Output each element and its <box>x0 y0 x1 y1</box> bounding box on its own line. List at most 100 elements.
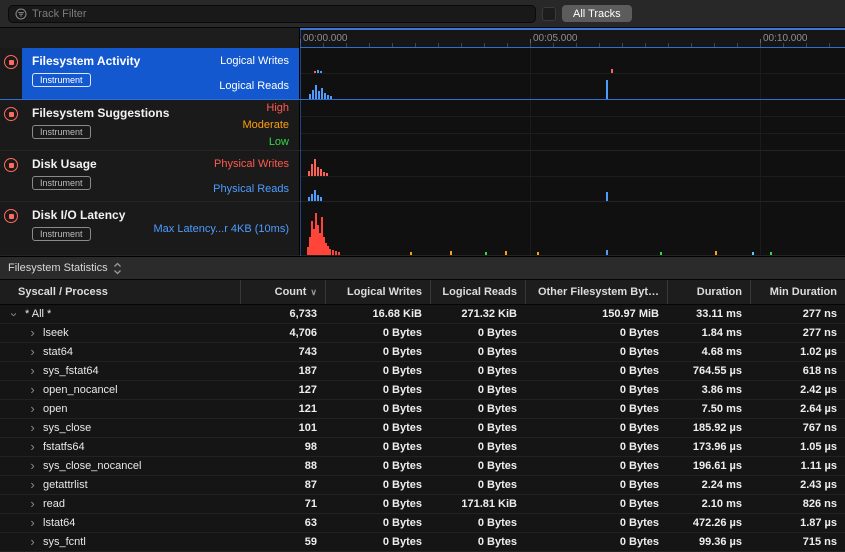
stats-table-body: ›* All *6,73316.68 KiB271.32 KiB150.97 M… <box>0 305 845 552</box>
column-header-duration[interactable]: Duration <box>667 280 750 304</box>
table-row-lseek[interactable]: ›lseek4,7060 Bytes0 Bytes0 Bytes1.84 ms2… <box>0 324 845 343</box>
table-row-read[interactable]: ›read710 Bytes171.81 KiB0 Bytes2.10 ms82… <box>0 495 845 514</box>
detail-panel-header[interactable]: Filesystem Statistics <box>0 257 845 280</box>
syscall-cell: › lseek <box>0 324 240 342</box>
stat-value: 0 Bytes <box>325 476 430 494</box>
instrument-badge: Instrument <box>32 227 91 241</box>
expand-chevron-icon[interactable]: › <box>28 401 37 416</box>
collapse-chevron-icon[interactable]: › <box>7 310 22 319</box>
syscall-name: lseek <box>43 327 69 339</box>
stat-value: 7.50 ms <box>667 400 750 418</box>
column-header-count[interactable]: Count∨ <box>240 280 325 304</box>
stat-value: 0 Bytes <box>325 362 430 380</box>
lane-label: High <box>243 100 289 117</box>
column-header-logical-reads[interactable]: Logical Reads <box>430 280 525 304</box>
table-row-lstat64[interactable]: ›lstat64630 Bytes0 Bytes0 Bytes472.26 µs… <box>0 514 845 533</box>
stat-value: 0 Bytes <box>325 438 430 456</box>
syscall-name: open_nocancel <box>43 384 118 396</box>
stat-value: 0 Bytes <box>525 400 667 418</box>
column-header-syscall-process[interactable]: Syscall / Process <box>0 280 240 304</box>
track-info-disk-usage[interactable]: Disk UsageInstrumentPhysical WritesPhysi… <box>22 151 300 201</box>
expand-chevron-icon[interactable]: › <box>28 325 37 340</box>
graph-lane <box>300 176 845 202</box>
stat-value: 0 Bytes <box>325 457 430 475</box>
track-info-filesystem-suggestions[interactable]: Filesystem SuggestionsInstrumentHighMode… <box>22 100 300 150</box>
track-graph-filesystem-activity[interactable] <box>300 48 845 99</box>
column-header-logical-writes[interactable]: Logical Writes <box>325 280 430 304</box>
expand-chevron-icon[interactable]: › <box>28 363 37 378</box>
stat-value: 0 Bytes <box>525 324 667 342</box>
track-filter-input[interactable] <box>32 8 529 20</box>
track-title: Disk Usage <box>32 157 97 171</box>
stat-value: 0 Bytes <box>325 419 430 437</box>
ruler-spacer <box>0 28 300 48</box>
stat-value: 0 Bytes <box>430 324 525 342</box>
table-row-fstatfs64[interactable]: ›fstatfs64980 Bytes0 Bytes0 Bytes173.96 … <box>0 438 845 457</box>
expand-chevron-icon[interactable]: › <box>28 496 37 511</box>
instrument-badge: Instrument <box>32 73 91 87</box>
column-header-min-duration[interactable]: Min Duration <box>750 280 845 304</box>
syscall-name: sys_fstat64 <box>43 365 99 377</box>
syscall-name: stat64 <box>43 346 73 358</box>
all-tracks-button[interactable]: All Tracks <box>562 5 632 22</box>
stat-value: 3.86 ms <box>667 381 750 399</box>
stat-value: 743 <box>240 343 325 361</box>
disk-i-o-latency-icon <box>4 209 18 223</box>
stat-value: 185.92 µs <box>667 419 750 437</box>
stat-value: 472.26 µs <box>667 514 750 532</box>
expand-chevron-icon[interactable]: › <box>28 439 37 454</box>
table-row-getattrlist[interactable]: ›getattrlist870 Bytes0 Bytes0 Bytes2.24 … <box>0 476 845 495</box>
track-graph-filesystem-suggestions[interactable] <box>300 100 845 150</box>
expand-chevron-icon[interactable]: › <box>28 515 37 530</box>
filter-options-button[interactable] <box>542 7 556 21</box>
table-row-sys-fcntl[interactable]: ›sys_fcntl590 Bytes0 Bytes0 Bytes99.36 µ… <box>0 533 845 552</box>
filesystem-suggestions-icon <box>4 107 18 121</box>
track-icon-strip <box>0 202 22 255</box>
stat-value: 2.42 µs <box>750 381 845 399</box>
instrument-badge: Instrument <box>32 125 91 139</box>
instruments-window: All Tracks 00:00.00000:05.00000:10.000 F… <box>0 0 845 552</box>
track-row-disk-i-o-latency[interactable]: Disk I/O LatencyInstrumentMax Latency...… <box>0 202 845 256</box>
table-row-sys-close-nocancel[interactable]: ›sys_close_nocancel880 Bytes0 Bytes0 Byt… <box>0 457 845 476</box>
expand-chevron-icon[interactable]: › <box>28 534 37 549</box>
lane-label: Max Latency...r 4KB (10ms) <box>153 202 289 255</box>
table-row-open[interactable]: ›open1210 Bytes0 Bytes0 Bytes7.50 ms2.64… <box>0 400 845 419</box>
track-row-disk-usage[interactable]: Disk UsageInstrumentPhysical WritesPhysi… <box>0 151 845 202</box>
column-header-other-filesystem-byt[interactable]: Other Filesystem Byt… <box>525 280 667 304</box>
table-row-stat64[interactable]: ›stat647430 Bytes0 Bytes0 Bytes4.68 ms1.… <box>0 343 845 362</box>
ruler-tick-label: 00:10.000 <box>763 33 808 44</box>
syscall-name: read <box>43 498 65 510</box>
syscall-name: getattrlist <box>43 479 88 491</box>
stat-value: 0 Bytes <box>525 533 667 551</box>
stat-value: 127 <box>240 381 325 399</box>
ruler-major-tick <box>530 39 531 47</box>
track-info-filesystem-activity[interactable]: Filesystem ActivityInstrumentLogical Wri… <box>22 48 300 99</box>
stat-value: 0 Bytes <box>325 381 430 399</box>
syscall-name: lstat64 <box>43 517 75 529</box>
track-row-filesystem-activity[interactable]: Filesystem ActivityInstrumentLogical Wri… <box>0 48 845 100</box>
expand-chevron-icon[interactable]: › <box>28 382 37 397</box>
toolbar: All Tracks <box>0 0 845 28</box>
expand-chevron-icon[interactable]: › <box>28 420 37 435</box>
track-filter-field[interactable] <box>8 5 536 23</box>
expand-chevron-icon[interactable]: › <box>28 344 37 359</box>
stat-value: 187 <box>240 362 325 380</box>
timeline-ruler[interactable]: 00:00.00000:05.00000:10.000 <box>300 28 845 48</box>
stat-value: 99.36 µs <box>667 533 750 551</box>
ruler-major-tick <box>760 39 761 47</box>
track-graph-disk-i-o-latency[interactable] <box>300 202 845 255</box>
stat-value: 0 Bytes <box>430 476 525 494</box>
track-row-filesystem-suggestions[interactable]: Filesystem SuggestionsInstrumentHighMode… <box>0 100 845 151</box>
table-row-sys-fstat64[interactable]: ›sys_fstat641870 Bytes0 Bytes0 Bytes764.… <box>0 362 845 381</box>
track-graph-disk-usage[interactable] <box>300 151 845 201</box>
table-row-all[interactable]: ›* All *6,73316.68 KiB271.32 KiB150.97 M… <box>0 305 845 324</box>
table-row-sys-close[interactable]: ›sys_close1010 Bytes0 Bytes0 Bytes185.92… <box>0 419 845 438</box>
syscall-cell: › lstat64 <box>0 514 240 532</box>
stat-value: 0 Bytes <box>525 419 667 437</box>
track-info-disk-i-o-latency[interactable]: Disk I/O LatencyInstrumentMax Latency...… <box>22 202 300 255</box>
table-row-open-nocancel[interactable]: ›open_nocancel1270 Bytes0 Bytes0 Bytes3.… <box>0 381 845 400</box>
stat-value: 0 Bytes <box>430 533 525 551</box>
expand-chevron-icon[interactable]: › <box>28 477 37 492</box>
stat-value: 0 Bytes <box>430 438 525 456</box>
expand-chevron-icon[interactable]: › <box>28 458 37 473</box>
